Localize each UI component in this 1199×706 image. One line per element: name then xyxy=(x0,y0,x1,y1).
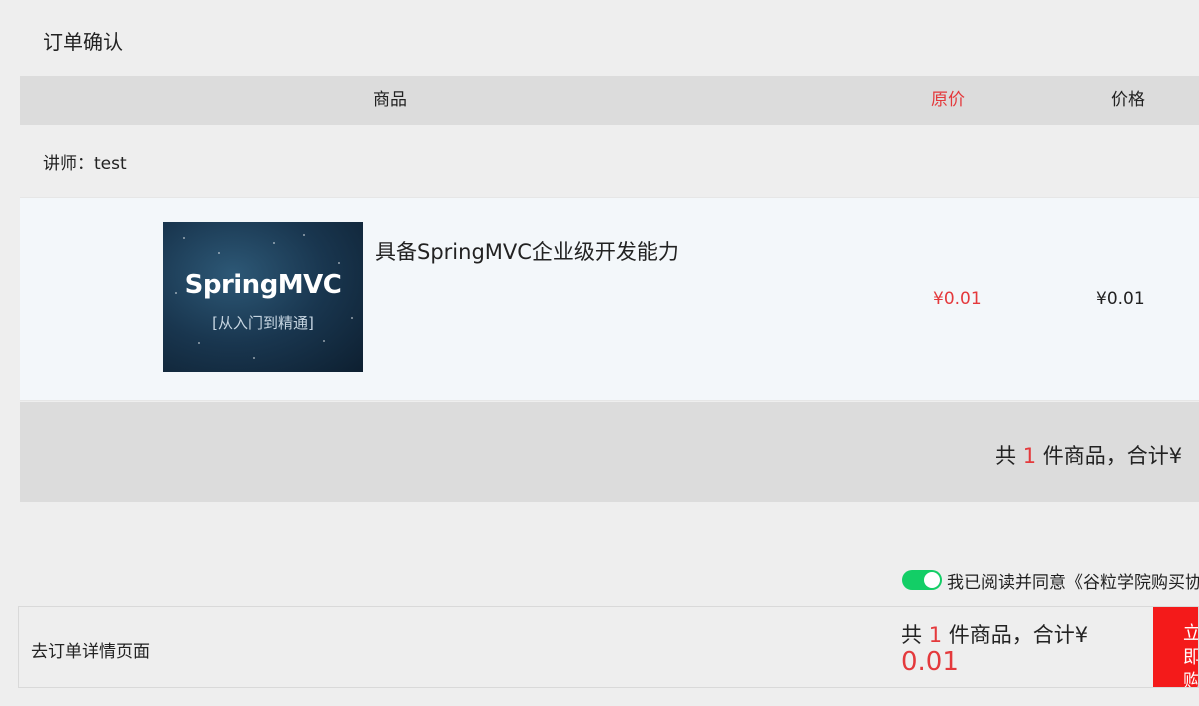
bottom-summary: 共 1 件商品，合计¥ xyxy=(901,619,1088,649)
agreement-text: 我已阅读并同意《谷粒学院购买协议》 xyxy=(947,573,1199,591)
bottom-checkout-bar: 去订单详情页面 共 1 件商品，合计¥ 0.01 立即购买 xyxy=(18,606,1199,688)
page-title: 订单确认 xyxy=(43,30,123,54)
cover-title: SpringMVC xyxy=(184,270,342,300)
order-detail-link[interactable]: 去订单详情页面 xyxy=(31,637,150,662)
agreement-toggle[interactable] xyxy=(902,570,942,590)
teacher-label: 讲师：test xyxy=(43,154,127,174)
total-amount: 0.01 xyxy=(901,647,959,677)
summary-suffix: 件商品，合计¥ xyxy=(1042,444,1183,468)
toggle-knob xyxy=(924,572,940,588)
header-product: 商品 xyxy=(373,90,407,110)
item-price: ¥0.01 xyxy=(1096,289,1145,309)
table-header: 商品 原价 价格 xyxy=(20,76,1199,125)
item-original-price: ¥0.01 xyxy=(933,289,982,309)
buy-now-button[interactable]: 立即购买 xyxy=(1153,607,1198,687)
order-item-row: SpringMVC [从入门到精通] 具备SpringMVC企业级开发能力 ¥0… xyxy=(20,197,1199,401)
cover-subtitle: [从入门到精通] xyxy=(212,314,314,332)
header-original-price: 原价 xyxy=(931,90,965,110)
buy-now-label: 立即购买 xyxy=(1183,622,1198,687)
order-summary-bar: 共 1 件商品，合计¥ xyxy=(20,402,1199,502)
course-cover-image: SpringMVC [从入门到精通] xyxy=(163,222,363,372)
order-summary: 共 1 件商品，合计¥ xyxy=(995,440,1182,470)
header-price: 价格 xyxy=(1111,90,1145,110)
course-name: 具备SpringMVC企业级开发能力 xyxy=(375,240,679,264)
order-confirm-page: 订单确认 商品 原价 价格 讲师：test SpringMVC [从入门到精通]… xyxy=(0,0,1199,706)
summary-prefix: 共 xyxy=(995,444,1016,468)
bottom-summary-prefix: 共 xyxy=(901,623,922,647)
bottom-summary-suffix: 件商品，合计¥ xyxy=(948,623,1089,647)
summary-count: 1 xyxy=(1022,444,1037,468)
bottom-summary-count: 1 xyxy=(928,623,943,647)
agreement-row: 我已阅读并同意《谷粒学院购买协议》 xyxy=(902,567,1199,591)
